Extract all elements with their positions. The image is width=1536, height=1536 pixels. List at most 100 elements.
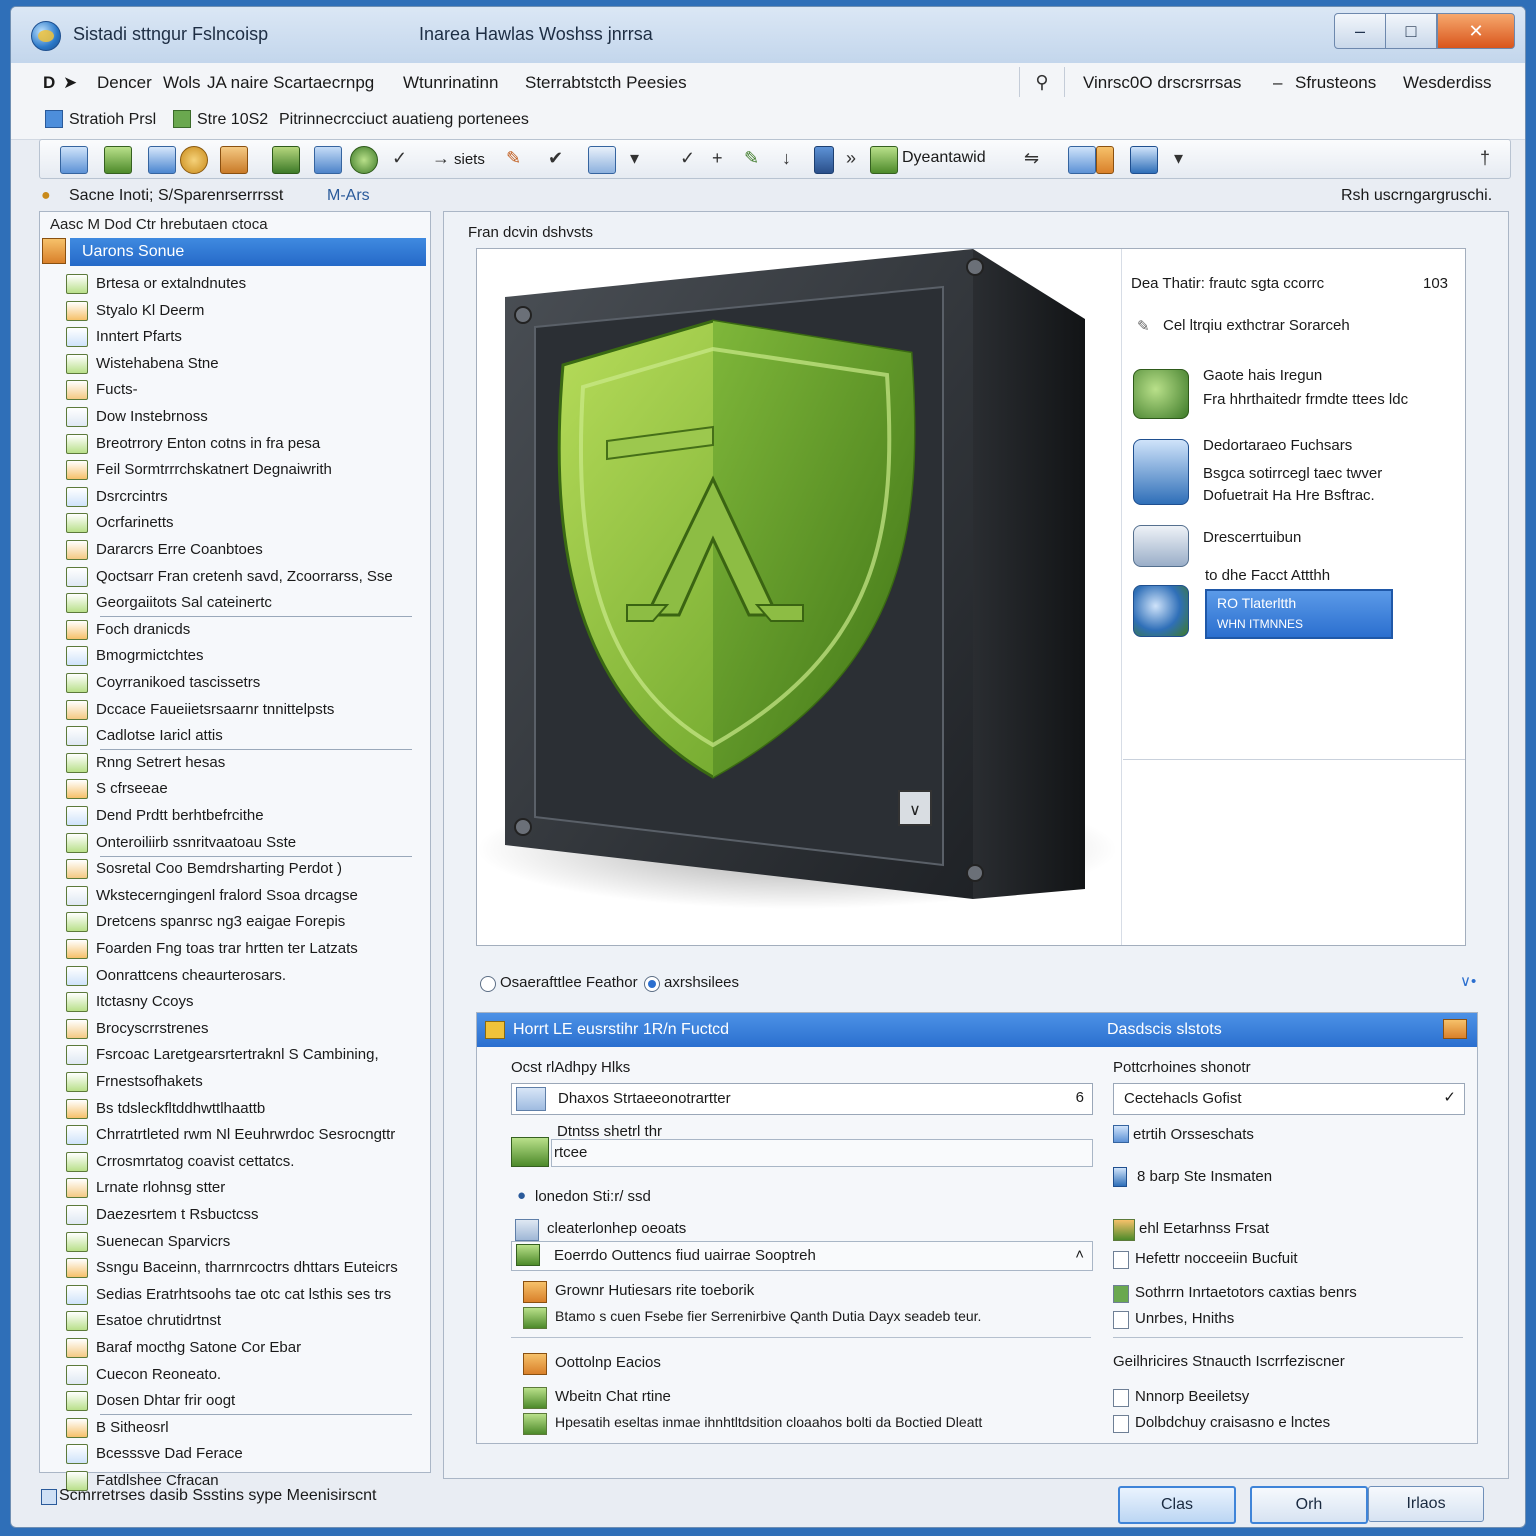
menu-right-item-1[interactable]: Vinrsc0O drscrsrrsas (1083, 73, 1241, 93)
right-row-5-checkbox[interactable] (1113, 1285, 1129, 1303)
option-d-icon (523, 1307, 547, 1329)
bar2-item-1[interactable]: Stratioh Prsl (69, 111, 156, 129)
users-network-icon (1133, 439, 1189, 505)
toolbar-mountain-icon[interactable] (314, 146, 342, 174)
details-row-3a[interactable]: Dedortaraeo Fuchsars (1203, 437, 1352, 454)
option-d-label: Btamo s cuen Fsebe fier Serrenirbive Qan… (555, 1308, 982, 1324)
toolbar-dropdown-icon[interactable]: ▾ (630, 148, 639, 169)
menu-right-item-3[interactable]: Wesderdiss (1403, 73, 1492, 93)
sidebar-item-label: Bcesssve Dad Ferace (96, 1445, 243, 1463)
name-input[interactable]: Dhaxos Strtaeeonotrartter 6 (511, 1083, 1093, 1115)
sidebar-item-icon (66, 673, 88, 693)
stratioh-icon (45, 110, 63, 128)
sidebar-item-label: Onteroiliirb ssnritvaatoau Sste (96, 833, 297, 851)
type-select[interactable]: Cectehacls Gofist ✓ (1113, 1083, 1465, 1115)
toolbar-check-icon[interactable]: ✓ (392, 148, 407, 169)
right-row-9-checkbox[interactable] (1113, 1415, 1129, 1433)
details-action-label-2: WHN ITMNNES (1217, 617, 1303, 631)
menu-item-3[interactable]: JA naire Scartaecrnpg (207, 73, 374, 93)
ok-button[interactable]: Orh (1250, 1486, 1368, 1524)
details-row-2b: Fra hhrthaitedr frmdte ttees ldc (1203, 391, 1409, 408)
toolbar-graph-icon[interactable] (588, 146, 616, 174)
sidebar-item-label: Feil Sormtrrrchskatnert Degnaiwrith (96, 461, 332, 479)
details-action-button[interactable]: RO Tlaterltth WHN ITMNNES (1205, 589, 1393, 639)
status-icon (41, 1489, 57, 1505)
menu-search-button[interactable]: ⚲ (1019, 67, 1065, 97)
bar2-item-3[interactable]: Pitrinnecrcciuct auatieng portenees (279, 111, 529, 129)
toolbar-brush2-icon[interactable]: ✎ (744, 148, 759, 169)
info-right-text[interactable]: Rsh uscrngargruschi. (1341, 187, 1492, 205)
sidebar-item-label: Crrosmrtatog coavist cettatcs. (96, 1152, 295, 1170)
toolbar-arrow-icon[interactable]: → (432, 148, 450, 169)
right-row-8-checkbox[interactable] (1113, 1389, 1129, 1407)
notes-textbox[interactable]: rtcee (551, 1139, 1093, 1167)
toolbar-pencil-icon[interactable]: ✎ (506, 148, 521, 169)
toolbar-tick2-icon[interactable]: ✓ (680, 148, 695, 169)
title-bar[interactable]: Sistadi sttngur Fslncoisp Inarea Hawlas … (11, 7, 1525, 64)
toolbar-label-2[interactable]: Dyeantawid (902, 149, 986, 167)
expand-chevron-icon[interactable]: ∨• (1460, 972, 1476, 990)
menu-right-item-2[interactable]: Sfrusteons (1295, 73, 1376, 93)
info-left-text[interactable]: Sacne Inoti; S/Sparenrserrrsst (69, 187, 283, 205)
details-row-2a[interactable]: Gaote hais Iregun (1203, 367, 1322, 384)
window-title: Sistadi sttngur Fslncoisp (73, 24, 269, 44)
sidebar-item-icon (66, 460, 88, 481)
recycle-globe-icon (1133, 369, 1189, 419)
sidebar-selected-label: Uarons Sonue (82, 243, 185, 260)
toolbar-plus-icon[interactable]: + (712, 148, 723, 169)
menu-item-4[interactable]: Wtunrinatinn (403, 73, 498, 93)
toolbar-link-icon[interactable]: ⇋ (1024, 148, 1039, 169)
toolbar-more-icon[interactable]: » (846, 148, 856, 169)
toolbar-save-icon[interactable] (60, 146, 88, 174)
toolbar-brush-icon[interactable] (220, 146, 248, 174)
panel-header-right: Dasdscis slstots (1107, 1021, 1222, 1038)
toolbar-chart-icon[interactable] (272, 146, 300, 174)
toolbar-pin-icon[interactable]: † (1480, 148, 1490, 169)
menu-item-5[interactable]: Sterrabtstcth Peesies (525, 73, 687, 93)
toolbar-globe-icon[interactable] (350, 146, 378, 174)
sidebar-item-icon (66, 513, 88, 534)
toolbar-image-icon[interactable] (104, 146, 132, 174)
toolbar-tick-icon[interactable]: ✔ (548, 148, 563, 169)
radio-option-1[interactable] (480, 976, 496, 992)
help-button[interactable]: Irlaos (1368, 1486, 1484, 1522)
sidebar-item-label: Bs tdsleckfltddhwttlhaattb (96, 1099, 266, 1117)
sidebar-item-label: Rnng Setrert hesas (96, 753, 226, 771)
minimize-button[interactable]: – (1334, 13, 1386, 49)
sidebar-item-label: Georgaiitots Sal cateinertc (96, 594, 272, 612)
toolbar-users-icon[interactable] (148, 146, 176, 174)
option-b-field[interactable]: Eoerrdo Outtencs fiud uairrae Sooptreh ˄ (511, 1241, 1093, 1271)
radio-option-2[interactable] (644, 976, 660, 992)
right-row-4-checkbox[interactable] (1113, 1251, 1129, 1269)
details-row-1[interactable]: Cel ltrqiu exthctrar Sorarceh (1163, 317, 1350, 334)
right-row-6-checkbox[interactable] (1113, 1311, 1129, 1329)
maximize-button[interactable]: □ (1385, 13, 1437, 49)
right-row-9-label: Dolbdchuy craisasno e lnctes (1135, 1414, 1331, 1431)
sidebar-item-icon (66, 1284, 88, 1305)
sidebar-item-icon (66, 1391, 88, 1412)
toolbar-file-icon[interactable] (814, 146, 834, 174)
details-row-4[interactable]: Drescerrtuibun (1203, 529, 1301, 546)
toolbar-dropdown2-icon[interactable]: ▾ (1174, 148, 1183, 169)
svg-text:∨: ∨ (909, 802, 921, 819)
option-b-caret-icon[interactable]: ˄ (1075, 1246, 1084, 1263)
close-button[interactable]: ✕ (1437, 13, 1515, 49)
option-e-label: Oottolnp Eacios (555, 1354, 661, 1371)
toolbar-download-icon[interactable] (870, 146, 898, 174)
panel-header-folder-icon[interactable] (1443, 1019, 1467, 1039)
close-dialog-button[interactable]: Clas (1118, 1486, 1236, 1524)
toolbar-folder-icon[interactable] (1096, 146, 1114, 174)
right-row-3-icon (1113, 1219, 1135, 1241)
toolbar-monitor-icon[interactable] (1130, 146, 1158, 174)
menu-d-icon[interactable]: D (43, 73, 55, 93)
sidebar-item-selected[interactable]: Uarons Sonue (70, 238, 426, 266)
toolbar-label-1[interactable]: siets (454, 151, 485, 168)
sidebar-item-label: Dsrcrcintrs (96, 487, 168, 505)
toolbar-coin-icon[interactable] (180, 146, 208, 174)
toolbar-down-icon[interactable]: ↓ (782, 148, 791, 169)
menu-item-1[interactable]: Dencer (97, 73, 152, 93)
bar2-item-2[interactable]: Stre 10S2 (197, 111, 268, 129)
info-mid-text[interactable]: M-Ars (327, 187, 370, 205)
toolbar-database-icon[interactable] (1068, 146, 1096, 174)
menu-item-2[interactable]: Wols (163, 73, 200, 93)
